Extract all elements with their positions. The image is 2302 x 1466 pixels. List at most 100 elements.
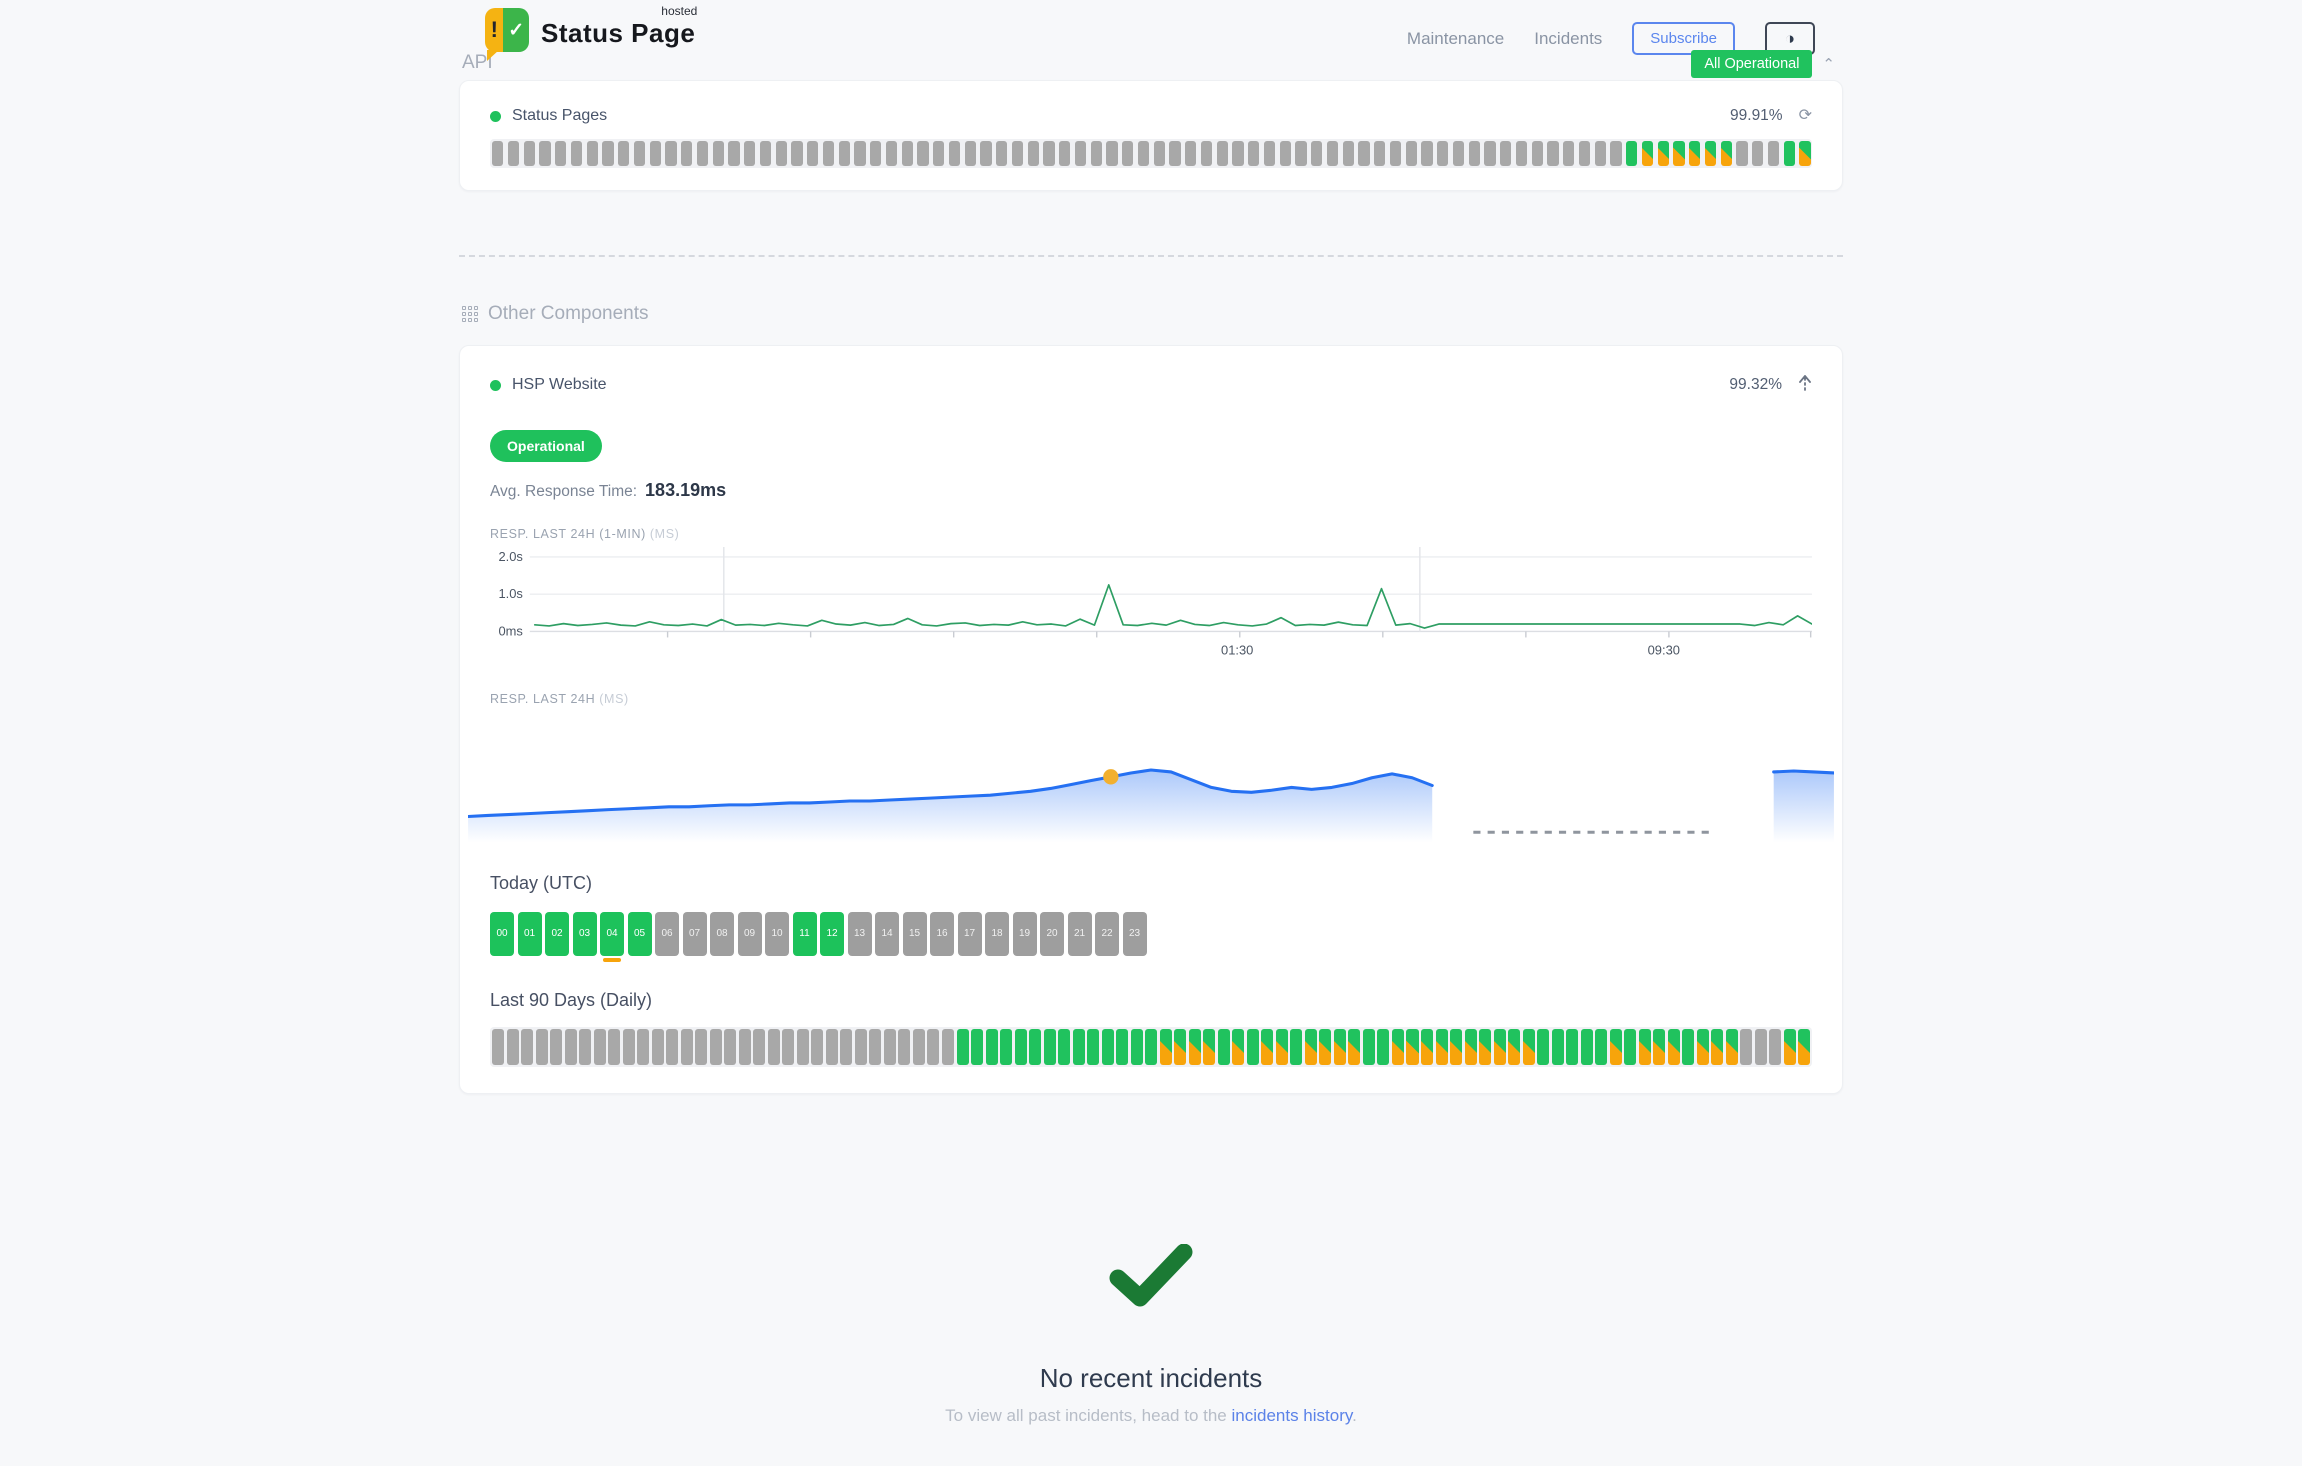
hour-block-07[interactable]: 07 bbox=[683, 912, 707, 956]
day-bar-degraded[interactable] bbox=[1639, 1029, 1651, 1065]
uptime-bar-degraded[interactable] bbox=[1799, 141, 1810, 166]
day-bar-operational[interactable] bbox=[1363, 1029, 1375, 1065]
uptime-bar-no-data[interactable] bbox=[618, 141, 629, 166]
uptime-bar-no-data[interactable] bbox=[1484, 141, 1495, 166]
uptime-bar-no-data[interactable] bbox=[965, 141, 976, 166]
uptime-bar-no-data[interactable] bbox=[1358, 141, 1369, 166]
day-bar-degraded[interactable] bbox=[1726, 1029, 1738, 1065]
uptime-bar-no-data[interactable] bbox=[1217, 141, 1228, 166]
day-bar-operational[interactable] bbox=[1247, 1029, 1259, 1065]
uptime-bar-no-data[interactable] bbox=[1091, 141, 1102, 166]
day-bar-degraded[interactable] bbox=[1784, 1029, 1796, 1065]
hour-block-08[interactable]: 08 bbox=[710, 912, 734, 956]
uptime-bar-no-data[interactable] bbox=[1453, 141, 1464, 166]
day-bar-degraded[interactable] bbox=[1232, 1029, 1244, 1065]
uptime-bar-no-data[interactable] bbox=[854, 141, 865, 166]
hour-block-06[interactable]: 06 bbox=[655, 912, 679, 956]
day-bar-operational[interactable] bbox=[1290, 1029, 1302, 1065]
uptime-bar-no-data[interactable] bbox=[1138, 141, 1149, 166]
hour-block-18[interactable]: 18 bbox=[985, 912, 1009, 956]
uptime-bar-degraded[interactable] bbox=[1673, 141, 1684, 166]
uptime-bar-no-data[interactable] bbox=[665, 141, 676, 166]
uptime-bar-no-data[interactable] bbox=[1516, 141, 1527, 166]
day-bar-operational[interactable] bbox=[1102, 1029, 1114, 1065]
hour-block-19[interactable]: 19 bbox=[1013, 912, 1037, 956]
uptime-bar-no-data[interactable] bbox=[1028, 141, 1039, 166]
hour-block-01[interactable]: 01 bbox=[518, 912, 542, 956]
uptime-bar-no-data[interactable] bbox=[1547, 141, 1558, 166]
uptime-bar-no-data[interactable] bbox=[1532, 141, 1543, 166]
day-bar-no-data[interactable] bbox=[492, 1029, 504, 1065]
day-bar-no-data[interactable] bbox=[898, 1029, 910, 1065]
uptime-bar-no-data[interactable] bbox=[697, 141, 708, 166]
day-bar-no-data[interactable] bbox=[521, 1029, 533, 1065]
uptime-bar-no-data[interactable] bbox=[1106, 141, 1117, 166]
day-bar-degraded[interactable] bbox=[1494, 1029, 1506, 1065]
day-bar-no-data[interactable] bbox=[507, 1029, 519, 1065]
uptime-bar-no-data[interactable] bbox=[902, 141, 913, 166]
uptime-bar-no-data[interactable] bbox=[760, 141, 771, 166]
uptime-bar-no-data[interactable] bbox=[1374, 141, 1385, 166]
uptime-bar-degraded[interactable] bbox=[1705, 141, 1716, 166]
day-bar-operational[interactable] bbox=[1218, 1029, 1230, 1065]
uptime-bar-no-data[interactable] bbox=[839, 141, 850, 166]
day-bar-degraded[interactable] bbox=[1653, 1029, 1665, 1065]
day-bar-no-data[interactable] bbox=[811, 1029, 823, 1065]
day-bar-degraded[interactable] bbox=[1697, 1029, 1709, 1065]
hour-block-04[interactable]: 04 bbox=[600, 912, 624, 956]
hour-block-21[interactable]: 21 bbox=[1068, 912, 1092, 956]
hour-block-12[interactable]: 12 bbox=[820, 912, 844, 956]
day-bar-operational[interactable] bbox=[1131, 1029, 1143, 1065]
day-bar-degraded[interactable] bbox=[1160, 1029, 1172, 1065]
day-bar-degraded[interactable] bbox=[1610, 1029, 1622, 1065]
uptime-bar-no-data[interactable] bbox=[996, 141, 1007, 166]
day-bar-no-data[interactable] bbox=[637, 1029, 649, 1065]
day-bar-degraded[interactable] bbox=[1189, 1029, 1201, 1065]
day-bar-operational[interactable] bbox=[1595, 1029, 1607, 1065]
day-bar-no-data[interactable] bbox=[840, 1029, 852, 1065]
day-bar-operational[interactable] bbox=[986, 1029, 998, 1065]
uptime-bar-no-data[interactable] bbox=[1075, 141, 1086, 166]
day-bar-no-data[interactable] bbox=[782, 1029, 794, 1065]
uptime-bar-no-data[interactable] bbox=[744, 141, 755, 166]
day-bar-degraded[interactable] bbox=[1276, 1029, 1288, 1065]
uptime-bar-no-data[interactable] bbox=[1043, 141, 1054, 166]
uptime-bar-no-data[interactable] bbox=[1327, 141, 1338, 166]
day-bar-no-data[interactable] bbox=[681, 1029, 693, 1065]
uptime-bar-no-data[interactable] bbox=[713, 141, 724, 166]
day-bar-no-data[interactable] bbox=[913, 1029, 925, 1065]
day-bar-no-data[interactable] bbox=[855, 1029, 867, 1065]
day-bar-degraded[interactable] bbox=[1450, 1029, 1462, 1065]
uptime-bar-no-data[interactable] bbox=[602, 141, 613, 166]
day-bar-no-data[interactable] bbox=[623, 1029, 635, 1065]
day-bar-no-data[interactable] bbox=[652, 1029, 664, 1065]
uptime-bar-degraded[interactable] bbox=[1642, 141, 1653, 166]
uptime-bar-no-data[interactable] bbox=[555, 141, 566, 166]
day-bar-degraded[interactable] bbox=[1421, 1029, 1433, 1065]
nav-maintenance-link[interactable]: Maintenance bbox=[1407, 29, 1504, 49]
uptime-bar-no-data[interactable] bbox=[1406, 141, 1417, 166]
uptime-bar-no-data[interactable] bbox=[1752, 141, 1763, 166]
day-bar-degraded[interactable] bbox=[1436, 1029, 1448, 1065]
uptime-bar-no-data[interactable] bbox=[870, 141, 881, 166]
day-bar-degraded[interactable] bbox=[1668, 1029, 1680, 1065]
day-bar-degraded[interactable] bbox=[1174, 1029, 1186, 1065]
day-bar-no-data[interactable] bbox=[1769, 1029, 1781, 1065]
uptime-bar-no-data[interactable] bbox=[1059, 141, 1070, 166]
day-bar-operational[interactable] bbox=[1015, 1029, 1027, 1065]
uptime-bar-no-data[interactable] bbox=[524, 141, 535, 166]
uptime-bar-no-data[interactable] bbox=[1595, 141, 1606, 166]
day-bar-no-data[interactable] bbox=[724, 1029, 736, 1065]
uptime-bar-no-data[interactable] bbox=[587, 141, 598, 166]
day-bar-operational[interactable] bbox=[1377, 1029, 1389, 1065]
uptime-bar-no-data[interactable] bbox=[1012, 141, 1023, 166]
day-bar-degraded[interactable] bbox=[1261, 1029, 1273, 1065]
uptime-bar-no-data[interactable] bbox=[807, 141, 818, 166]
day-bar-no-data[interactable] bbox=[927, 1029, 939, 1065]
uptime-bar-no-data[interactable] bbox=[776, 141, 787, 166]
uptime-bar-no-data[interactable] bbox=[1768, 141, 1779, 166]
day-bar-no-data[interactable] bbox=[608, 1029, 620, 1065]
day-bar-no-data[interactable] bbox=[565, 1029, 577, 1065]
uptime-bar-no-data[interactable] bbox=[1154, 141, 1165, 166]
hour-block-14[interactable]: 14 bbox=[875, 912, 899, 956]
